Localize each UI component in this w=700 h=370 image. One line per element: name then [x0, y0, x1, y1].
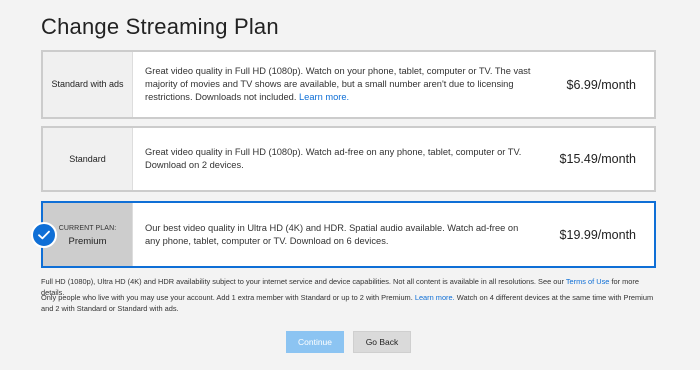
- page-title: Change Streaming Plan: [41, 14, 279, 39]
- plan-description: Our best video quality in Ultra HD (4K) …: [133, 203, 546, 266]
- plan-standard-with-ads[interactable]: Standard with ads Great video quality in…: [41, 50, 656, 119]
- plan-price: $19.99/month: [559, 227, 636, 242]
- footnote-sharing: Only people who live with you may use yo…: [41, 292, 661, 314]
- continue-button[interactable]: Continue: [286, 331, 344, 353]
- plan-description-text: Great video quality in Full HD (1080p). …: [145, 147, 522, 170]
- plan-name: Standard with ads: [51, 79, 124, 89]
- checkmark-icon: [31, 222, 57, 248]
- plan-name-cell: Standard with ads: [43, 52, 133, 117]
- plan-name: Standard: [69, 153, 106, 164]
- go-back-button[interactable]: Go Back: [353, 331, 411, 353]
- plan-price: $15.49/month: [559, 152, 636, 166]
- plan-price: $6.99/month: [566, 77, 637, 92]
- current-plan-label: CURRENT PLAN:: [58, 224, 117, 232]
- plan-description-text: Our best video quality in Ultra HD (4K) …: [145, 222, 519, 246]
- footnote-text: Only people who live with you may use yo…: [41, 293, 413, 302]
- learn-more-link[interactable]: Learn more.: [299, 92, 349, 102]
- plan-standard[interactable]: Standard Great video quality in Full HD …: [41, 126, 656, 192]
- learn-more-link[interactable]: Learn more.: [415, 293, 455, 302]
- plan-name-cell: Standard: [43, 128, 133, 190]
- plan-name: Premium: [68, 235, 107, 247]
- plan-premium[interactable]: CURRENT PLAN: Premium Our best video qua…: [41, 201, 656, 268]
- plan-description: Great video quality in Full HD (1080p). …: [133, 128, 546, 190]
- terms-of-use-link[interactable]: Terms of Use: [566, 277, 610, 286]
- plan-description: Great video quality in Full HD (1080p). …: [133, 52, 546, 117]
- footnote-text: Full HD (1080p), Ultra HD (4K) and HDR a…: [41, 277, 564, 286]
